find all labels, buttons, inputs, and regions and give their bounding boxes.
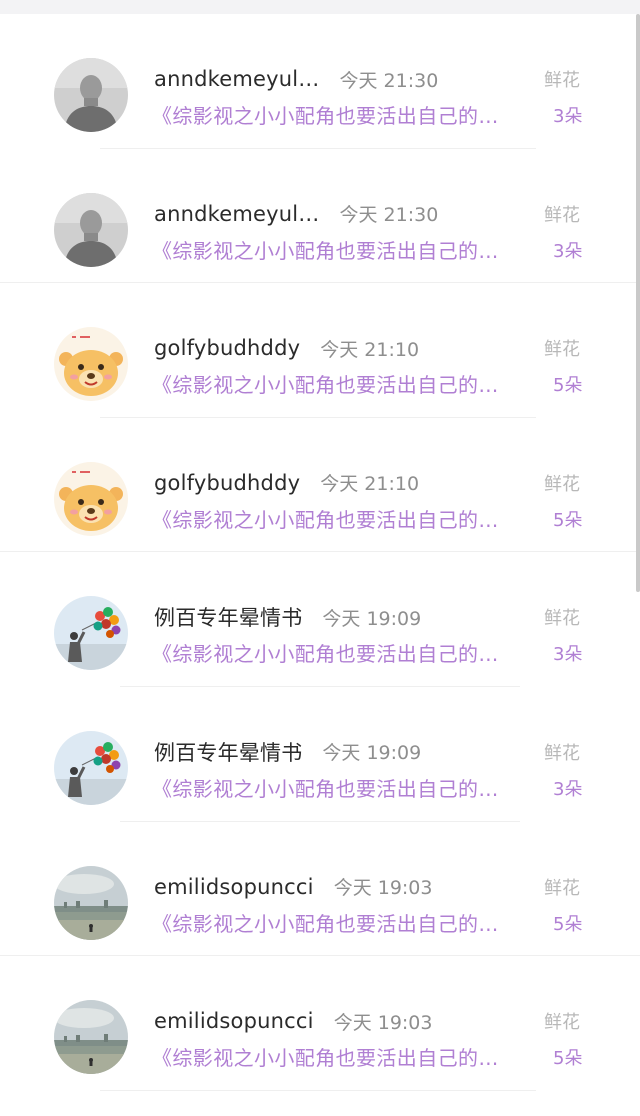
avatar[interactable] — [54, 461, 128, 536]
sender-row: golfybudhddy 今天 21:10 — [154, 333, 419, 363]
sender-row: emilidsopuncci 今天 19:03 — [154, 1006, 432, 1036]
avatar[interactable] — [54, 596, 128, 671]
avatar[interactable] — [54, 730, 128, 805]
gift-count: 3朵 — [553, 778, 583, 800]
sender-name[interactable]: anndkemeyul… — [154, 202, 320, 226]
seaside-skyline-icon — [54, 865, 128, 940]
gift-record-item[interactable]: emilidsopuncci 今天 19:03 《综影视之小小配角也要活出自己的… — [0, 956, 640, 1091]
person-with-balloons-icon — [54, 730, 128, 805]
cartoon-bear-icon — [54, 461, 128, 536]
gift-record-page: anndkemeyul… 今天 21:30 《综影视之小小配角也要活出自己的… … — [0, 0, 640, 1116]
person-with-balloons-icon — [54, 596, 128, 671]
gift-record-list: anndkemeyul… 今天 21:30 《综影视之小小配角也要活出自己的… … — [0, 14, 640, 1091]
gift-type: 鲜花 — [544, 1012, 580, 1034]
sender-name[interactable]: golfybudhddy — [154, 471, 300, 495]
gift-record-item[interactable]: emilidsopuncci 今天 19:03 《综影视之小小配角也要活出自己的… — [0, 822, 640, 957]
sender-row: 例百专年晕情书 今天 19:09 — [154, 602, 421, 632]
gift-time: 今天 21:10 — [320, 473, 420, 496]
avatar[interactable] — [54, 327, 128, 402]
seaside-skyline-icon — [54, 1000, 128, 1075]
gift-type: 鲜花 — [544, 877, 580, 899]
book-title[interactable]: 《综影视之小小配角也要活出自己的… — [152, 235, 532, 264]
sender-row: 例百专年晕情书 今天 19:09 — [154, 737, 421, 767]
book-title[interactable]: 《综影视之小小配角也要活出自己的… — [152, 1042, 532, 1071]
book-title[interactable]: 《综影视之小小配角也要活出自己的… — [152, 369, 532, 398]
gift-time: 今天 21:30 — [339, 69, 439, 92]
sender-name[interactable]: emilidsopuncci — [154, 1009, 314, 1033]
sender-name[interactable]: anndkemeyul… — [154, 67, 320, 91]
avatar[interactable] — [54, 58, 128, 132]
avatar[interactable] — [54, 865, 128, 940]
sender-name[interactable]: emilidsopuncci — [154, 875, 314, 899]
top-strip — [0, 0, 640, 14]
person-portrait-gray-icon — [54, 192, 128, 267]
gift-time: 今天 19:03 — [333, 877, 433, 900]
gift-count: 3朵 — [553, 644, 583, 666]
sender-name[interactable]: golfybudhddy — [154, 336, 300, 360]
avatar[interactable] — [54, 192, 128, 267]
gift-count: 5朵 — [553, 913, 583, 935]
gift-type: 鲜花 — [544, 339, 580, 361]
book-title[interactable]: 《综影视之小小配角也要活出自己的… — [152, 638, 532, 667]
divider — [100, 1089, 536, 1091]
gift-type: 鲜花 — [544, 608, 580, 630]
gift-count: 3朵 — [553, 106, 583, 127]
gift-record-item[interactable]: golfybudhddy 今天 21:10 《综影视之小小配角也要活出自己的… … — [0, 283, 640, 418]
sender-row: anndkemeyul… 今天 21:30 — [154, 199, 438, 229]
person-portrait-gray-icon — [54, 58, 128, 132]
gift-time: 今天 21:10 — [320, 338, 420, 361]
sender-row: golfybudhddy 今天 21:10 — [154, 468, 419, 498]
book-title[interactable]: 《综影视之小小配角也要活出自己的… — [152, 908, 532, 937]
book-title[interactable]: 《综影视之小小配角也要活出自己的… — [152, 773, 532, 802]
book-title[interactable]: 《综影视之小小配角也要活出自己的… — [152, 100, 532, 129]
gift-record-item[interactable]: golfybudhddy 今天 21:10 《综影视之小小配角也要活出自己的… … — [0, 418, 640, 553]
gift-count: 5朵 — [553, 509, 583, 531]
sender-name[interactable]: 例百专年晕情书 — [154, 737, 302, 767]
gift-time: 今天 19:09 — [322, 607, 422, 630]
avatar[interactable] — [54, 1000, 128, 1075]
gift-type: 鲜花 — [544, 473, 580, 495]
gift-record-item[interactable]: anndkemeyul… 今天 21:30 《综影视之小小配角也要活出自己的… … — [0, 149, 640, 284]
gift-type: 鲜花 — [544, 742, 580, 764]
book-title[interactable]: 《综影视之小小配角也要活出自己的… — [152, 504, 532, 533]
gift-count: 5朵 — [553, 1048, 583, 1070]
cartoon-bear-icon — [54, 327, 128, 402]
gift-count: 5朵 — [553, 375, 583, 397]
gift-time: 今天 21:30 — [339, 204, 439, 227]
sender-row: emilidsopuncci 今天 19:03 — [154, 872, 432, 902]
gift-time: 今天 19:09 — [322, 742, 422, 765]
scrollbar[interactable] — [636, 14, 640, 592]
gift-record-item[interactable]: anndkemeyul… 今天 21:30 《综影视之小小配角也要活出自己的… … — [0, 14, 640, 149]
gift-record-item[interactable]: 例百专年晕情书 今天 19:09 《综影视之小小配角也要活出自己的… 鲜花 3朵 — [0, 552, 640, 687]
sender-row: anndkemeyul… 今天 21:30 — [154, 64, 438, 94]
gift-time: 今天 19:03 — [333, 1011, 433, 1034]
gift-record-item[interactable]: 例百专年晕情书 今天 19:09 《综影视之小小配角也要活出自己的… 鲜花 3朵 — [0, 687, 640, 822]
gift-type: 鲜花 — [544, 204, 580, 226]
sender-name[interactable]: 例百专年晕情书 — [154, 602, 302, 632]
gift-count: 3朵 — [553, 240, 583, 262]
gift-type: 鲜花 — [544, 70, 580, 91]
